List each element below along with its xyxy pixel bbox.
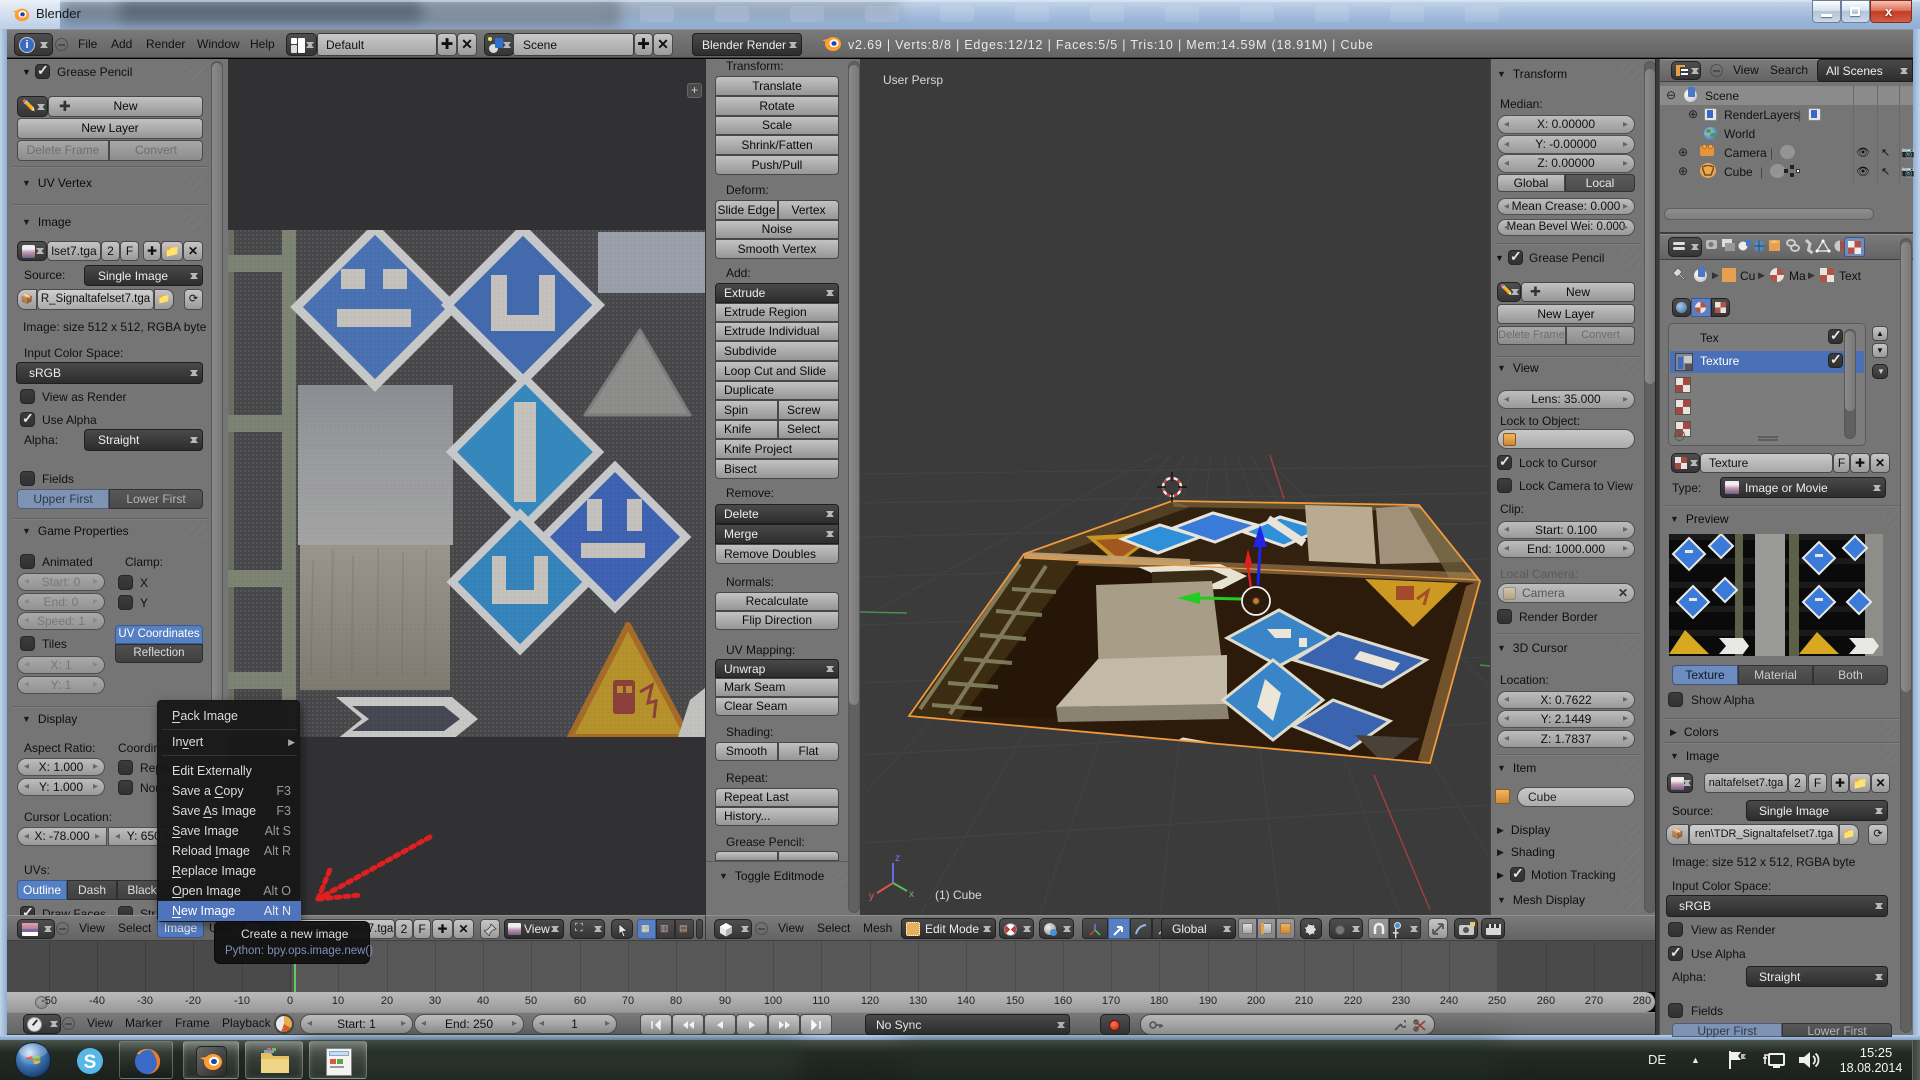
svg-text:S: S <box>84 1052 97 1073</box>
svg-text:z: z <box>895 853 900 864</box>
svg-text:x: x <box>909 889 914 900</box>
svg-text:y: y <box>869 891 874 902</box>
svg-text:(1) Cube: (1) Cube <box>935 888 982 902</box>
svg-text:User Persp: User Persp <box>883 73 943 87</box>
